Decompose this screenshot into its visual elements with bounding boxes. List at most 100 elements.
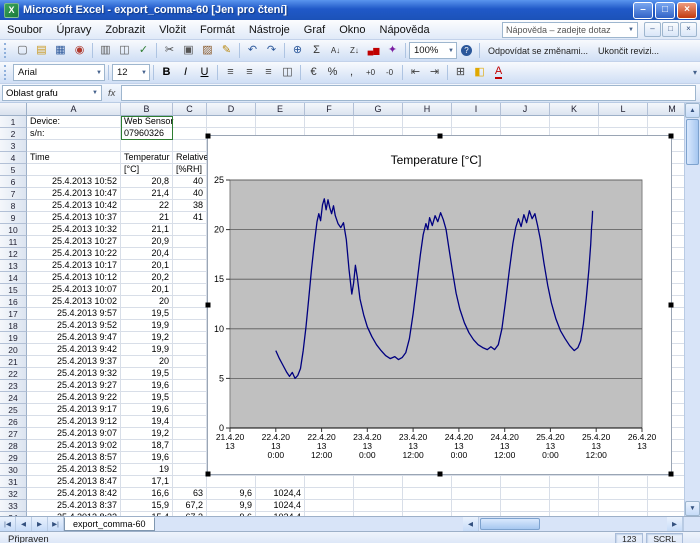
cell-L31[interactable] <box>599 476 648 488</box>
cell-D33[interactable]: 9,9 <box>207 500 256 512</box>
cell-B8[interactable]: 22 <box>121 200 173 212</box>
sheet-tab-active[interactable]: export_comma-60 <box>64 517 155 531</box>
menu-item-0[interactable]: Soubor <box>0 22 49 38</box>
cell-A28[interactable]: 25.4.2013 9:02 <box>27 440 121 452</box>
cell-G1[interactable] <box>354 116 403 128</box>
horizontal-scrollbar[interactable]: ◀ ▶ <box>463 517 683 531</box>
cell-C22[interactable] <box>173 368 207 380</box>
scroll-left-icon[interactable]: ◀ <box>463 517 479 531</box>
vertical-scroll-track[interactable] <box>685 166 700 501</box>
first-sheet-icon[interactable]: |◀ <box>0 517 16 531</box>
col-header-B[interactable]: B <box>121 103 173 116</box>
row-header-11[interactable]: 11 <box>0 236 27 248</box>
cell-B20[interactable]: 19,9 <box>121 344 173 356</box>
name-box[interactable]: Oblast grafu ▼ <box>2 85 102 101</box>
cell-B4[interactable]: Temperatur <box>121 152 173 164</box>
sort-descending-button[interactable]: Z↓ <box>345 42 364 60</box>
col-header-F[interactable]: F <box>305 103 354 116</box>
cell-B7[interactable]: 21,4 <box>121 188 173 200</box>
scroll-right-icon[interactable]: ▶ <box>667 517 683 531</box>
formula-input[interactable] <box>121 85 696 101</box>
underline-button[interactable]: U <box>195 64 214 82</box>
cell-C1[interactable] <box>173 116 207 128</box>
cell-A9[interactable]: 25.4.2013 10:37 <box>27 212 121 224</box>
cell-A26[interactable]: 25.4.2013 9:12 <box>27 416 121 428</box>
cell-A11[interactable]: 25.4.2013 10:27 <box>27 236 121 248</box>
drawing-button[interactable]: ✦ <box>383 42 402 60</box>
cell-C26[interactable] <box>173 416 207 428</box>
align-center-button[interactable]: ≡ <box>240 64 259 82</box>
close-button[interactable]: × <box>677 2 697 19</box>
cell-G34[interactable] <box>354 512 403 516</box>
cell-C31[interactable] <box>173 476 207 488</box>
cell-B15[interactable]: 20,1 <box>121 284 173 296</box>
cell-C17[interactable] <box>173 308 207 320</box>
col-header-D[interactable]: D <box>207 103 256 116</box>
cell-I31[interactable] <box>452 476 501 488</box>
cell-G33[interactable] <box>354 500 403 512</box>
cell-A29[interactable]: 25.4.2013 8:57 <box>27 452 121 464</box>
cell-A13[interactable]: 25.4.2013 10:17 <box>27 260 121 272</box>
cell-A30[interactable]: 25.4.2013 8:52 <box>27 464 121 476</box>
row-header-12[interactable]: 12 <box>0 248 27 260</box>
cell-A33[interactable]: 25.4.2013 8:37 <box>27 500 121 512</box>
cell-C6[interactable]: 40 <box>173 176 207 188</box>
cell-K33[interactable] <box>550 500 599 512</box>
row-header-1[interactable]: 1 <box>0 116 27 128</box>
menu-item-2[interactable]: Zobrazit <box>98 22 152 38</box>
cell-C7[interactable]: 40 <box>173 188 207 200</box>
bold-button[interactable]: B <box>157 64 176 82</box>
row-header-3[interactable]: 3 <box>0 140 27 152</box>
chart-wizard-button[interactable]: ▄▆ <box>364 42 383 60</box>
cell-E34[interactable]: 1024,4 <box>256 512 305 516</box>
row-header-7[interactable]: 7 <box>0 188 27 200</box>
cell-E32[interactable]: 1024,4 <box>256 488 305 500</box>
cell-A21[interactable]: 25.4.2013 9:37 <box>27 356 121 368</box>
cell-H1[interactable] <box>403 116 452 128</box>
cell-G31[interactable] <box>354 476 403 488</box>
cell-B17[interactable]: 19,5 <box>121 308 173 320</box>
cell-A7[interactable]: 25.4.2013 10:47 <box>27 188 121 200</box>
cell-I32[interactable] <box>452 488 501 500</box>
selection-handle[interactable] <box>206 472 211 477</box>
cell-B24[interactable]: 19,5 <box>121 392 173 404</box>
vertical-scrollbar[interactable]: ▲ ▼ <box>684 103 700 516</box>
row-header-30[interactable]: 30 <box>0 464 27 476</box>
decrease-indent-button[interactable]: ⇤ <box>406 64 425 82</box>
row-header-29[interactable]: 29 <box>0 452 27 464</box>
comma-style-button[interactable]: , <box>342 64 361 82</box>
row-header-4[interactable]: 4 <box>0 152 27 164</box>
format-painter-button[interactable]: ✎ <box>217 42 236 60</box>
col-header-C[interactable]: C <box>173 103 207 116</box>
minimize-button[interactable]: – <box>633 2 653 19</box>
align-left-button[interactable]: ≡ <box>221 64 240 82</box>
cell-C29[interactable] <box>173 452 207 464</box>
cell-B21[interactable]: 20 <box>121 356 173 368</box>
cell-C5[interactable]: [%RH] <box>173 164 207 176</box>
cell-A3[interactable] <box>27 140 121 152</box>
cell-C2[interactable] <box>173 128 207 140</box>
copy-button[interactable]: ▣ <box>179 42 198 60</box>
row-header-19[interactable]: 19 <box>0 332 27 344</box>
menu-item-1[interactable]: Úpravy <box>49 22 98 38</box>
cell-C19[interactable] <box>173 332 207 344</box>
cell-C24[interactable] <box>173 392 207 404</box>
row-header-6[interactable]: 6 <box>0 176 27 188</box>
zoom-combo[interactable]: 100%▼ <box>409 42 457 59</box>
cell-B6[interactable]: 20,8 <box>121 176 173 188</box>
cell-C20[interactable] <box>173 344 207 356</box>
cell-F34[interactable] <box>305 512 354 516</box>
undo-button[interactable]: ↶ <box>243 42 262 60</box>
selection-handle[interactable] <box>206 303 211 308</box>
borders-button[interactable]: ⊞ <box>451 64 470 82</box>
cell-J1[interactable] <box>501 116 550 128</box>
row-header-5[interactable]: 5 <box>0 164 27 176</box>
cell-K34[interactable] <box>550 512 599 516</box>
col-header-E[interactable]: E <box>256 103 305 116</box>
cell-I33[interactable] <box>452 500 501 512</box>
cell-A24[interactable]: 25.4.2013 9:22 <box>27 392 121 404</box>
select-all-corner[interactable] <box>0 103 27 116</box>
cell-E1[interactable] <box>256 116 305 128</box>
cell-D34[interactable]: 9,6 <box>207 512 256 516</box>
cell-L32[interactable] <box>599 488 648 500</box>
